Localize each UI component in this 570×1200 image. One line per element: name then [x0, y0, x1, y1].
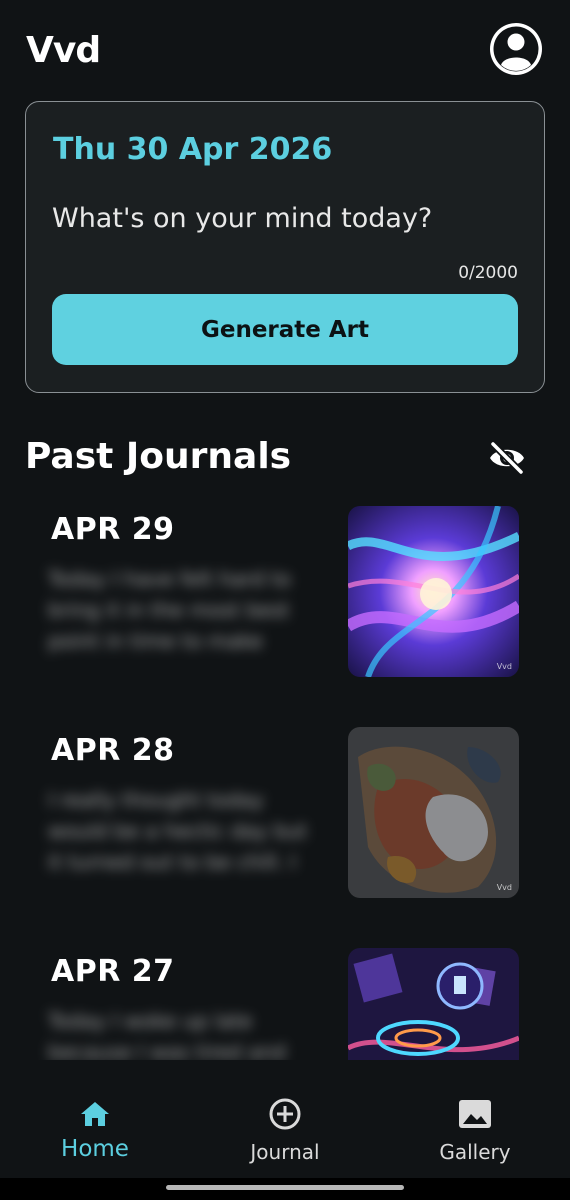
past-journals-list: APR 29 Today I have felt hard to bring i…	[0, 500, 570, 1060]
journal-art-thumbnail[interactable]: Vvd	[348, 727, 519, 898]
eye-off-icon[interactable]	[488, 441, 526, 475]
app-title: Vvd	[26, 30, 101, 71]
journal-date: APR 28	[51, 733, 175, 768]
nav-label-journal: Journal	[250, 1140, 320, 1164]
journal-art-thumbnail[interactable]: Vvd	[348, 506, 519, 677]
home-icon	[81, 1102, 109, 1126]
portal-art-image	[348, 948, 519, 1060]
nav-tab-home[interactable]: Home	[0, 1078, 190, 1178]
journal-entry-card: Thu 30 Apr 2026 0/2000 Generate Art	[25, 101, 545, 393]
journal-preview-text: I really thought today would be a hectic…	[48, 788, 307, 874]
journal-preview-text: Today I woke up late because I was tired…	[48, 1009, 286, 1060]
journal-art-thumbnail[interactable]	[348, 948, 519, 1060]
account-circle-icon[interactable]	[488, 21, 544, 77]
past-journals-title: Past Journals	[25, 436, 292, 477]
image-icon	[459, 1100, 491, 1128]
journal-entry-input[interactable]	[52, 198, 512, 238]
entry-date: Thu 30 Apr 2026	[53, 132, 333, 167]
journal-preview-text: Today I have felt hard to bring it in th…	[48, 567, 291, 653]
thumbnail-signature: Vvd	[496, 662, 512, 671]
nav-label-gallery: Gallery	[439, 1140, 511, 1164]
journal-list-item[interactable]: APR 29 Today I have felt hard to bring i…	[0, 500, 570, 680]
journal-list-item[interactable]: APR 27 Today I woke up late because I wa…	[0, 942, 570, 1060]
add-circle-icon	[269, 1098, 301, 1130]
nav-label-home: Home	[61, 1136, 129, 1162]
journal-date: APR 29	[51, 512, 175, 547]
nav-tab-gallery[interactable]: Gallery	[380, 1078, 570, 1178]
journal-list-item[interactable]: APR 28 I really thought today would be a…	[0, 721, 570, 901]
abstract-paint-image	[348, 727, 519, 898]
swirl-art-image	[348, 506, 519, 677]
generate-art-button[interactable]: Generate Art	[52, 294, 518, 365]
thumbnail-signature: Vvd	[496, 883, 512, 892]
app-header: Vvd	[0, 0, 570, 100]
journal-date: APR 27	[51, 954, 175, 989]
nav-tab-journal[interactable]: Journal	[190, 1078, 380, 1178]
home-indicator[interactable]	[166, 1185, 404, 1190]
char-count: 0/2000	[458, 263, 518, 283]
bottom-navigation: Home Journal Gallery	[0, 1078, 570, 1178]
